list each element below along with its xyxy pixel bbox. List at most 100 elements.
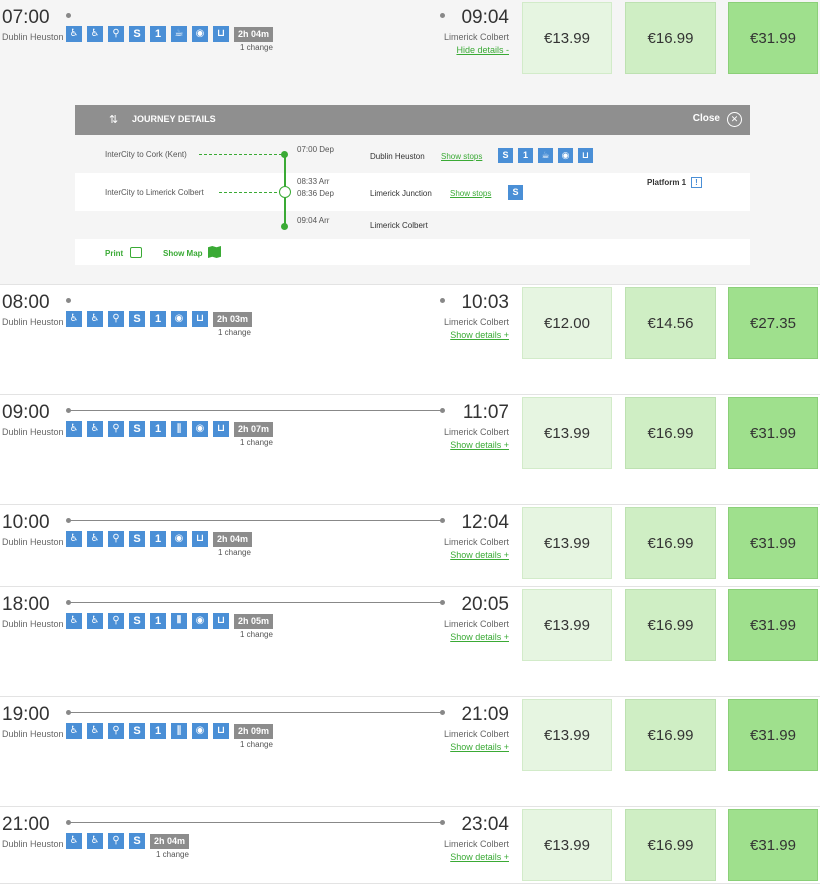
departure-station: Dublin Heuston [2,729,64,739]
journey-row[interactable]: 21:00 23:04 Dublin Heuston Limerick Colbert… [0,807,820,884]
arrival-station: Limerick Colbert [443,729,509,739]
leg-amenity-icons: S 1 ☕ ◉ ⊔ [498,148,593,163]
restaurant-icon: ◉ [192,26,208,42]
fare-standard[interactable]: €13.99 [522,2,612,74]
journey-row[interactable]: 09:00 11:07 Dublin Heuston Limerick Colbert… [0,395,820,505]
show-details-link[interactable]: Show details + [450,440,509,450]
departure-station: Dublin Heuston [2,839,64,849]
class-icon: 1 [518,148,533,163]
duration-badge: 2h 07m [234,421,274,437]
seat-reservation-icon: S [129,833,145,849]
fare-first-class[interactable]: €31.99 [728,699,818,771]
map-icon[interactable] [208,246,221,258]
seat-reservation-icon: S [129,613,145,629]
arrival-time: 21:09 [461,704,509,725]
fare-standard[interactable]: €13.99 [522,397,612,469]
leg-row: InterCity to Cork (Kent) 07:00 Dep Dubli… [75,135,750,173]
route-line [68,822,442,823]
destination-dot [440,13,445,18]
trolley-icon: ⊔ [213,26,229,42]
bike-icon: ⚲ [108,531,124,547]
fare-first-class[interactable]: €31.99 [728,2,818,74]
fare-flexible[interactable]: €14.56 [625,287,716,359]
amenity-icons: ♿ ♿ ⚲ S 1 ∥ ◉ ⊔ 2h 09m [66,723,274,739]
fare-flexible[interactable]: €16.99 [625,2,716,74]
show-details-link[interactable]: Show details + [450,852,509,862]
changes-count: 1 change [218,548,251,557]
duration-badge: 2h 04m [234,26,274,42]
accessible-icon: ♿ [87,311,103,327]
leg-row: 09:04 Arr Limerick Colbert [75,211,750,239]
fare-first-class[interactable]: €31.99 [728,809,818,881]
duration-badge: 2h 04m [213,531,253,547]
printer-icon[interactable] [130,247,142,258]
dining-icon: ⫴ [171,613,187,629]
accessible-icon: ♿ [87,531,103,547]
arrival-station: Limerick Colbert [443,317,509,327]
hide-details-link[interactable]: Hide details - [456,45,509,55]
leg-amenity-icons: S [508,185,523,200]
details-footer: Print Show Map [75,239,750,265]
departure-station: Dublin Heuston [2,317,64,327]
destination-dot [440,298,445,303]
trolley-icon: ⊔ [192,531,208,547]
fare-flexible[interactable]: €16.99 [625,589,716,661]
journey-details-header: ⇅ JOURNEY DETAILS Close ✕ [75,105,750,135]
arrival-time: 08:33 Arr [297,177,330,186]
fare-first-class[interactable]: €31.99 [728,397,818,469]
info-icon[interactable]: ! [691,177,702,188]
fare-flexible[interactable]: €16.99 [625,507,716,579]
departure-time: 10:00 [2,512,50,533]
close-icon[interactable]: ✕ [727,112,742,127]
fare-first-class[interactable]: €31.99 [728,589,818,661]
fare-standard[interactable]: €13.99 [522,507,612,579]
stop-node [281,223,288,230]
show-map-link[interactable]: Show Map [163,249,203,258]
seat-reservation-icon: S [129,311,145,327]
trolley-icon: ⊔ [213,723,229,739]
class-icon: 1 [150,613,166,629]
show-details-link[interactable]: Show details + [450,550,509,560]
departure-time: 08:00 [2,292,50,313]
print-link[interactable]: Print [105,249,123,258]
stop-station: Limerick Junction [370,189,432,198]
fare-flexible[interactable]: €16.99 [625,397,716,469]
seat-reservation-icon: S [508,185,523,200]
restaurant-icon: ◉ [558,148,573,163]
departure-time: 19:00 [2,704,50,725]
fare-flexible[interactable]: €16.99 [625,809,716,881]
seat-reservation-icon: S [129,421,145,437]
journey-row[interactable]: 10:00 12:04 Dublin Heuston Limerick Colbert… [0,505,820,587]
duration-badge: 2h 09m [234,723,274,739]
fare-standard[interactable]: €12.00 [522,287,612,359]
show-details-link[interactable]: Show details + [450,742,509,752]
show-stops-link[interactable]: Show stops [441,152,482,161]
accessible-icon: ♿ [87,421,103,437]
bike-icon: ⚲ [108,723,124,739]
close-button[interactable]: Close [693,113,720,124]
show-stops-link[interactable]: Show stops [450,189,491,198]
fare-standard[interactable]: €13.99 [522,699,612,771]
journey-row[interactable]: 18:00 20:05 Dublin Heuston Limerick Colbert… [0,587,820,697]
bike-icon: ⚲ [108,311,124,327]
fare-standard[interactable]: €13.99 [522,809,612,881]
amenity-icons: ♿ ♿ ⚲ S 1 ⫴ ◉ ⊔ 2h 05m [66,613,274,629]
fare-first-class[interactable]: €27.35 [728,287,818,359]
show-details-link[interactable]: Show details + [450,632,509,642]
trolley-icon: ⊔ [578,148,593,163]
journey-row[interactable]: 19:00 21:09 Dublin Heuston Limerick Colbert… [0,697,820,807]
fare-flexible[interactable]: €16.99 [625,699,716,771]
duration-badge: 2h 05m [234,613,274,629]
seat-reservation-icon: S [129,531,145,547]
arrival-time: 09:04 [461,7,509,28]
class-icon: 1 [150,531,166,547]
fare-standard[interactable]: €13.99 [522,589,612,661]
origin-dot [66,13,71,18]
accessible-icon: ♿ [87,833,103,849]
journey-row[interactable]: 07:00 09:04 Dublin Heuston Limerick Colbert… [0,0,820,285]
fare-first-class[interactable]: €31.99 [728,507,818,579]
show-details-link[interactable]: Show details + [450,330,509,340]
journey-row[interactable]: 08:00 10:03 Dublin Heuston Limerick Colbert… [0,285,820,395]
departure-time: 08:36 Dep [297,189,334,198]
changes-count: 1 change [240,740,273,749]
